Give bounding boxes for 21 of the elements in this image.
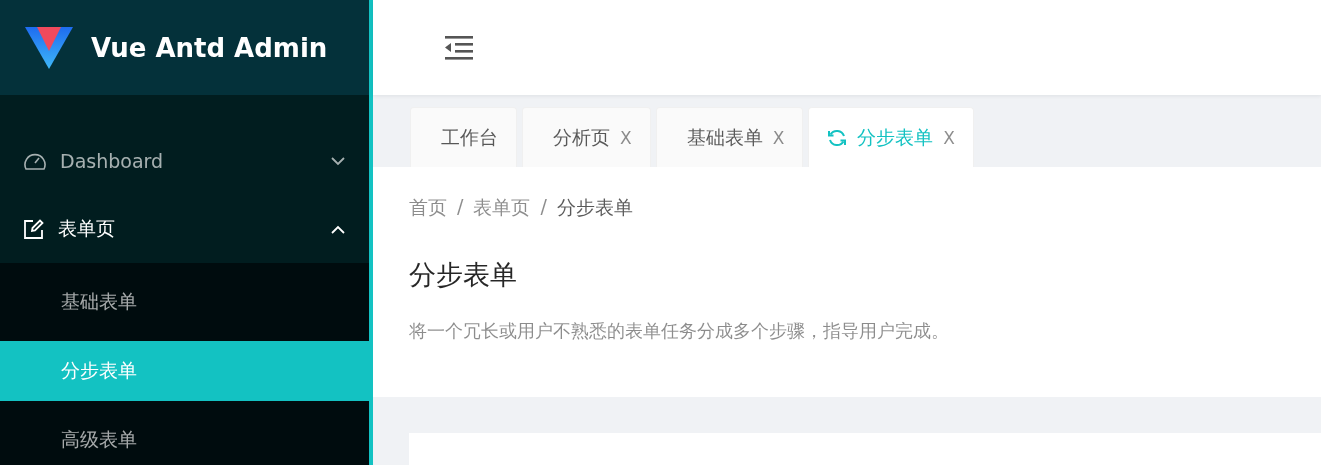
chevron-up-icon[interactable] <box>331 224 345 234</box>
page-tab[interactable]: 分析页 X <box>522 107 651 167</box>
menu-item[interactable]: 表单页 <box>0 195 369 263</box>
breadcrumb-separator: / <box>540 195 547 219</box>
submenu-item[interactable]: 高级表单 <box>0 401 369 465</box>
page-description: 将一个冗长或用户不熟悉的表单任务分成多个步骤，指导用户完成。 <box>409 319 950 343</box>
reload-icon <box>827 127 848 148</box>
page-tab[interactable]: 工作台 <box>410 107 517 167</box>
chevron-down-icon[interactable] <box>331 156 345 166</box>
logo-icon <box>25 26 73 69</box>
menu-item[interactable]: Dashboard <box>0 127 369 195</box>
page-title: 分步表单 <box>409 258 518 292</box>
dashboard-gauge-icon <box>24 151 46 171</box>
edit-form-icon <box>24 219 44 239</box>
menu-fold-icon <box>445 35 473 60</box>
page-tab[interactable]: 基础表单 X <box>655 107 804 167</box>
breadcrumb-link[interactable]: 分步表单 <box>556 195 633 221</box>
brand-title: Vue Antd Admin <box>91 32 328 63</box>
menu-fold-button[interactable] <box>445 35 473 60</box>
submenu-item[interactable]: 基础表单 <box>0 263 369 341</box>
breadcrumb-separator: / <box>457 195 464 219</box>
